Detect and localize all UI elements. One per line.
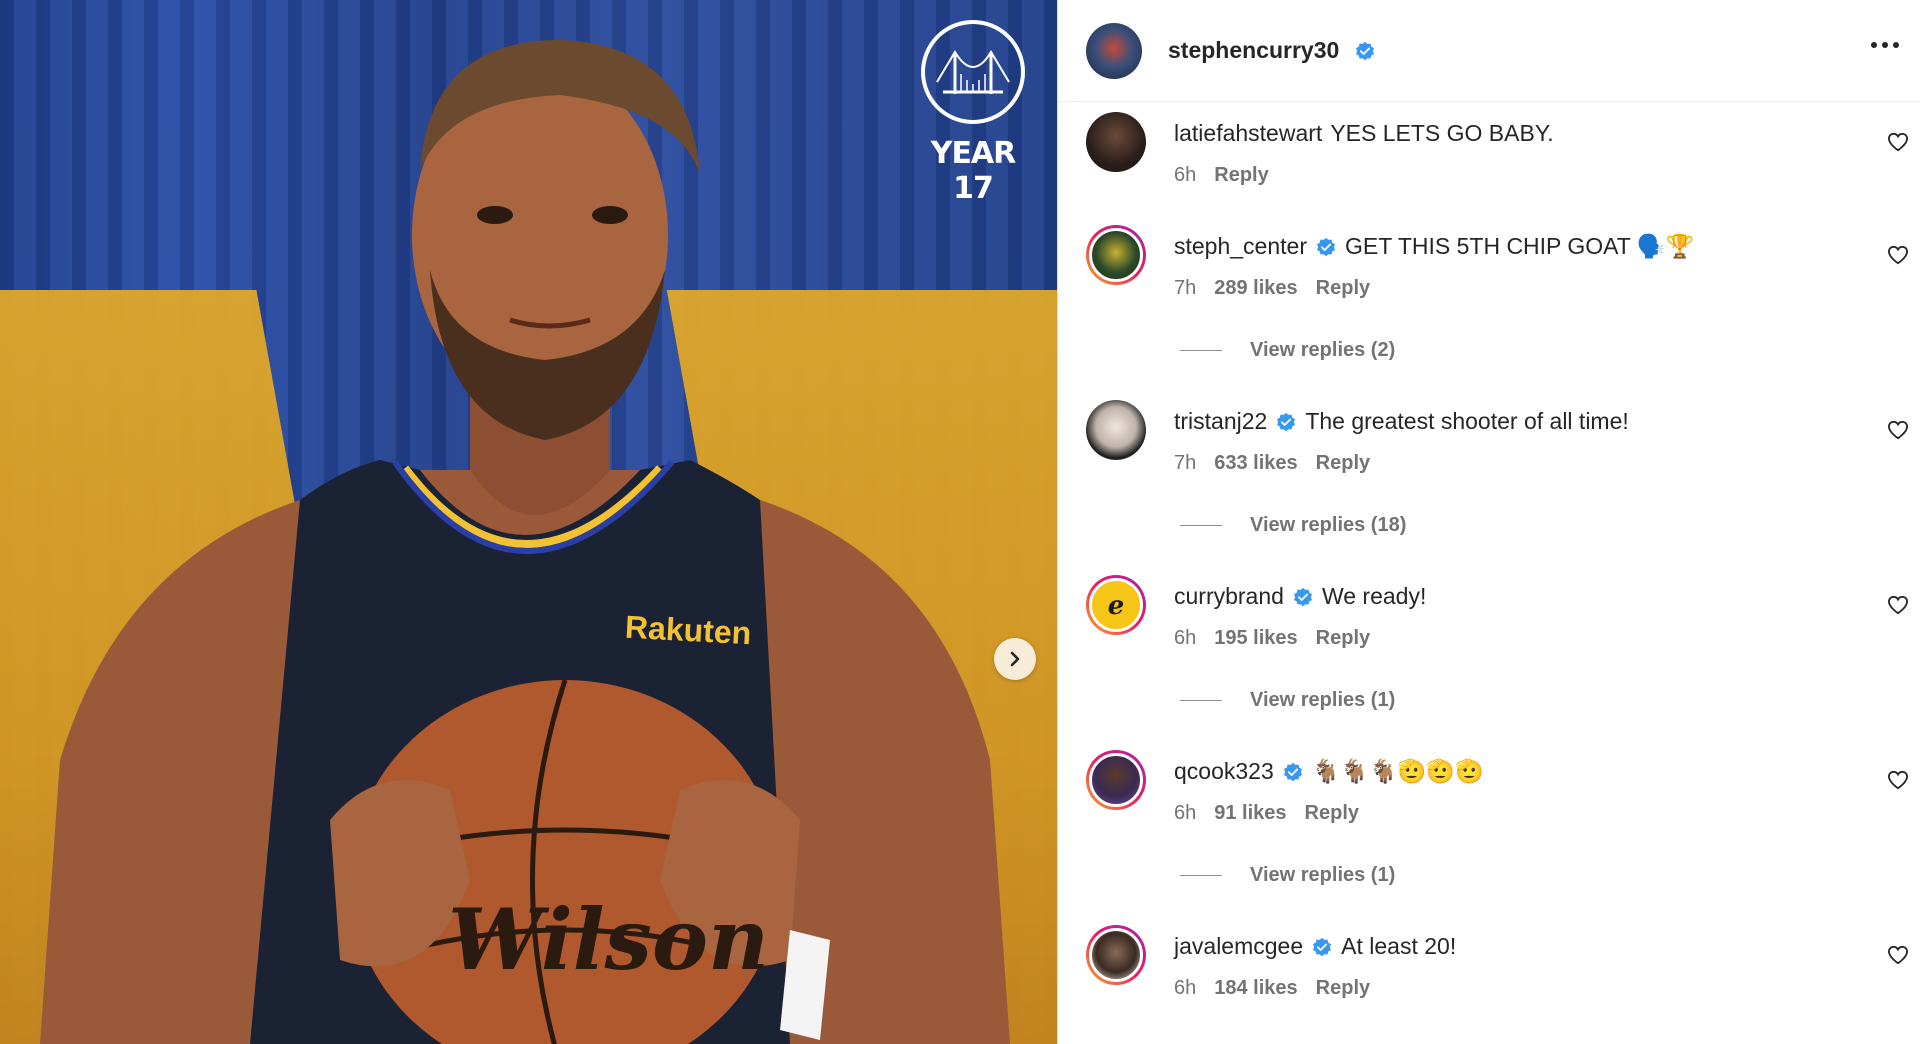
comment-meta: 6h Reply: [1174, 164, 1287, 187]
comments-panel: stephencurry30 latiefahstewart YES LETS G…: [1057, 0, 1920, 1044]
comment-text-line: qcook323 🐐🐐🐐🫡🫡🫡: [1174, 758, 1484, 785]
view-replies-line: [1180, 875, 1222, 877]
comment-body: We ready!: [1321, 583, 1427, 609]
reply-button[interactable]: Reply: [1214, 164, 1268, 186]
next-image-button[interactable]: [994, 638, 1036, 680]
comment-meta: 7h 289 likes Reply: [1174, 277, 1388, 300]
likes-count[interactable]: 184 likes: [1214, 977, 1297, 999]
comment-time: 6h: [1174, 627, 1197, 649]
comment-time: 6h: [1174, 802, 1197, 824]
like-heart-icon[interactable]: [1887, 420, 1909, 440]
view-replies-button[interactable]: View replies (1): [1180, 864, 1395, 887]
comment-meta: 6h 195 likes Reply: [1174, 627, 1388, 650]
verified-badge-icon: [1317, 237, 1335, 257]
verified-badge-icon: [1355, 41, 1374, 61]
jersey-sponsor-text: Rakuten: [624, 608, 753, 652]
comment-text-line: steph_center GET THIS 5TH CHIP GOAT 🗣️🏆: [1174, 233, 1694, 260]
year-label: YEAR 17: [930, 136, 1017, 206]
warriors-logo: YEAR 17: [918, 20, 1028, 206]
comment-time: 6h: [1174, 977, 1197, 999]
comment-body: The greatest shooter of all time!: [1305, 408, 1629, 434]
commenter-avatar[interactable]: [1086, 925, 1146, 985]
commenter-avatar[interactable]: [1086, 112, 1146, 172]
like-heart-icon[interactable]: [1887, 132, 1909, 152]
reply-button[interactable]: Reply: [1305, 802, 1359, 824]
ball-brand-text: Wilson: [448, 890, 770, 989]
comment-time: 6h: [1174, 164, 1197, 186]
post-header: stephencurry30: [1058, 0, 1920, 102]
comment-text-line: latiefahstewart YES LETS GO BABY.: [1174, 120, 1554, 147]
chevron-right-icon: [1010, 651, 1020, 667]
post-image: Rakuten Wilson YEAR 17: [0, 0, 1057, 1044]
reply-button[interactable]: Reply: [1316, 277, 1370, 299]
commenter-avatar[interactable]: ℯ: [1086, 575, 1146, 635]
like-heart-icon[interactable]: [1887, 770, 1909, 790]
comment-time: 7h: [1174, 277, 1197, 299]
like-heart-icon[interactable]: [1887, 245, 1909, 265]
author-username[interactable]: stephencurry30: [1168, 37, 1376, 64]
view-replies-line: [1180, 700, 1222, 702]
view-replies-line: [1180, 350, 1222, 352]
curry-brand-logo-icon: ℯ: [1107, 589, 1125, 620]
commenter-avatar[interactable]: [1086, 750, 1146, 810]
comment-username[interactable]: currybrand: [1174, 583, 1284, 609]
likes-count[interactable]: 633 likes: [1214, 452, 1297, 474]
likes-count[interactable]: 195 likes: [1214, 627, 1297, 649]
author-avatar[interactable]: [1086, 22, 1142, 79]
view-replies-line: [1180, 525, 1222, 527]
bridge-icon: [921, 20, 1025, 124]
comment-meta: 6h 184 likes Reply: [1174, 977, 1388, 1000]
comment-username[interactable]: javalemcgee: [1174, 933, 1303, 959]
view-replies-button[interactable]: View replies (2): [1180, 339, 1395, 362]
verified-badge-icon: [1313, 937, 1332, 957]
like-heart-icon[interactable]: [1887, 595, 1909, 615]
player-illustration: [40, 40, 1010, 1044]
comment-time: 7h: [1174, 452, 1197, 474]
view-replies-button[interactable]: View replies (1): [1180, 689, 1395, 712]
comment-username[interactable]: tristanj22: [1174, 408, 1267, 434]
more-options-button[interactable]: [1870, 36, 1900, 54]
comment-meta: 7h 633 likes Reply: [1174, 452, 1388, 475]
view-replies-button[interactable]: View replies (18): [1180, 514, 1406, 537]
likes-count[interactable]: 289 likes: [1214, 277, 1297, 299]
comment-text-line: tristanj22 The greatest shooter of all ti…: [1174, 408, 1629, 435]
comment-username[interactable]: steph_center: [1174, 233, 1307, 259]
comment-username[interactable]: latiefahstewart: [1174, 120, 1322, 146]
comment-body: 🐐🐐🐐🫡🫡🫡: [1311, 758, 1484, 784]
likes-count[interactable]: 91 likes: [1214, 802, 1286, 824]
comment-body: At least 20!: [1341, 933, 1457, 959]
reply-button[interactable]: Reply: [1316, 452, 1370, 474]
reply-button[interactable]: Reply: [1316, 627, 1370, 649]
comment-text-line: currybrand We ready!: [1174, 583, 1426, 610]
comment-text-line: javalemcgee At least 20!: [1174, 933, 1456, 960]
comment-body: YES LETS GO BABY.: [1330, 120, 1554, 146]
commenter-avatar[interactable]: [1086, 400, 1146, 460]
verified-badge-icon: [1293, 587, 1312, 607]
verified-badge-icon: [1283, 762, 1302, 782]
like-heart-icon[interactable]: [1887, 945, 1909, 965]
more-horizontal-icon: [1871, 42, 1899, 48]
commenter-avatar[interactable]: [1086, 225, 1146, 285]
comment-username[interactable]: qcook323: [1174, 758, 1274, 784]
comment-body: GET THIS 5TH CHIP GOAT 🗣️🏆: [1344, 233, 1695, 259]
verified-badge-icon: [1277, 412, 1296, 432]
reply-button[interactable]: Reply: [1316, 977, 1370, 999]
comment-meta: 6h 91 likes Reply: [1174, 802, 1377, 825]
